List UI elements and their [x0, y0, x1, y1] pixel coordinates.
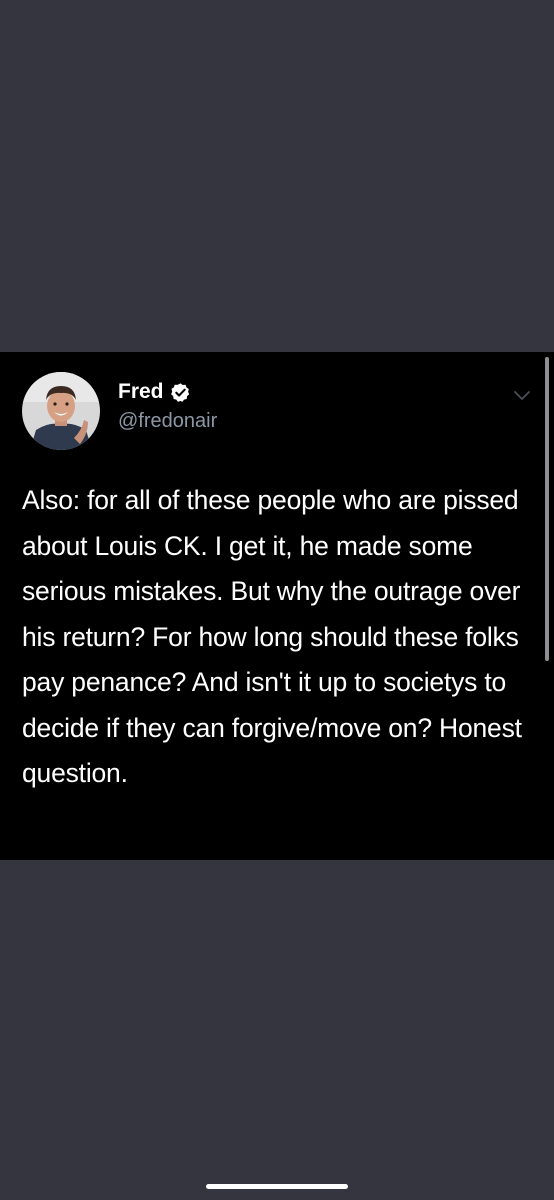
tweet-author[interactable]: Fred @fredonair: [118, 376, 217, 434]
avatar[interactable]: [22, 372, 100, 450]
scrollbar-thumb[interactable]: [545, 357, 549, 661]
author-handle[interactable]: @fredonair: [118, 408, 217, 434]
tweet-card[interactable]: Fred @fredonair Also: for all of these p…: [0, 352, 554, 860]
profile-photo-icon: [22, 372, 100, 450]
author-name-row: Fred: [118, 376, 217, 408]
verified-badge-icon: [170, 382, 191, 403]
chevron-down-icon[interactable]: [512, 390, 532, 402]
tweet-text: Also: for all of these people who are pi…: [22, 485, 522, 788]
home-indicator[interactable]: [206, 1184, 348, 1189]
author-display-name[interactable]: Fred: [118, 378, 164, 406]
